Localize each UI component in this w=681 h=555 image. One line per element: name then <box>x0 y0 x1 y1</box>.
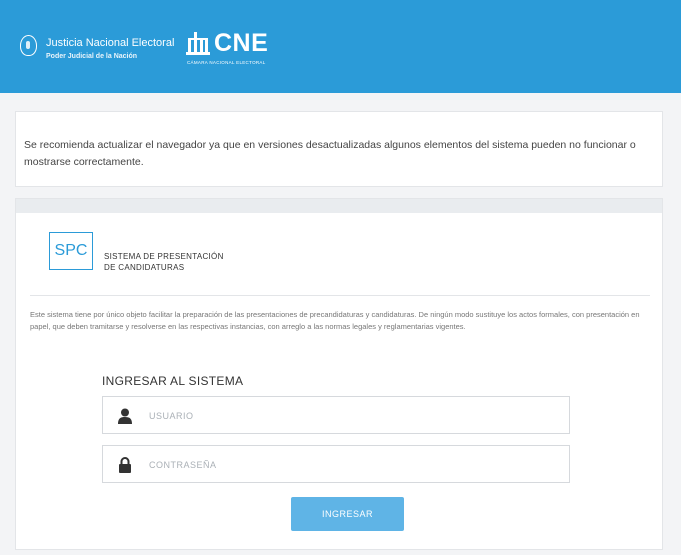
login-title: INGRESAR AL SISTEMA <box>102 374 244 388</box>
disclaimer-text: Este sistema tiene por único objeto faci… <box>30 310 640 331</box>
brand-name: CNE <box>214 29 269 57</box>
system-title-line2: DE CANDIDATURAS <box>104 263 185 272</box>
password-input[interactable] <box>147 446 561 484</box>
username-field[interactable] <box>102 396 570 435</box>
login-button[interactable]: INGRESAR <box>291 497 404 531</box>
user-icon <box>118 408 132 424</box>
org-subtitle: Poder Judicial de la Nación <box>46 53 138 60</box>
notice-text: Se recomienda actualizar el navegador ya… <box>24 139 636 168</box>
cne-building-icon <box>186 32 210 55</box>
coat-of-arms-icon <box>20 35 37 56</box>
org-name: Justicia Nacional Electoral <box>46 37 175 49</box>
browser-notice: Se recomienda actualizar el navegador ya… <box>15 111 663 187</box>
brand-subtitle: CÁMARA NACIONAL ELECTORAL <box>187 60 266 65</box>
panel-topbar <box>16 199 662 213</box>
cne-logo[interactable]: CNE CÁMARA NACIONAL ELECTORAL <box>185 28 285 68</box>
top-header: Justicia Nacional Electoral Poder Judici… <box>0 0 681 93</box>
system-title: SISTEMA DE PRESENTACIÓN DE CANDIDATURAS <box>104 251 304 273</box>
divider <box>30 295 650 296</box>
spc-logo: SPC <box>49 232 93 270</box>
password-field[interactable] <box>102 445 570 484</box>
login-panel: SPC SISTEMA DE PRESENTACIÓN DE CANDIDATU… <box>15 198 663 550</box>
lock-icon <box>119 457 131 473</box>
system-title-line1: SISTEMA DE PRESENTACIÓN <box>104 252 224 261</box>
username-input[interactable] <box>147 397 561 435</box>
